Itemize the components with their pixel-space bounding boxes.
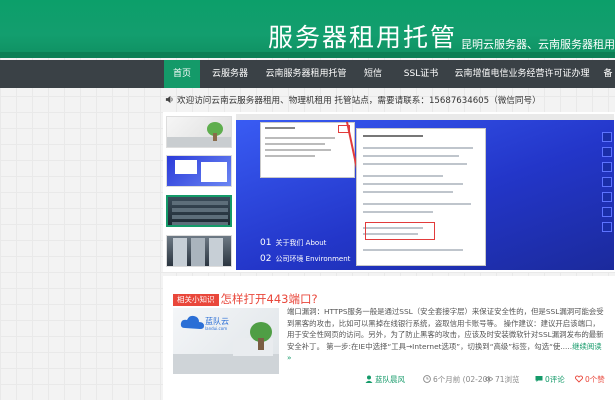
datacenter-icon [173, 238, 223, 266]
site-header: 服务器租用托管 昆明云服务器、云南服务器租用 [0, 0, 615, 58]
highlight-box-2 [365, 222, 435, 240]
article-thumbnail[interactable]: 蓝队云 landui.com [173, 308, 279, 374]
notice-text: 欢迎访问云南云服务器租用、物理机租用 托管站点，需要请联系：1568763460… [177, 96, 541, 106]
screenshot-dialog-2 [356, 128, 486, 266]
article-card: 相关小知识 怎样打开443端口? 蓝队云 landui.com 端口漏洞：HTTP… [163, 276, 615, 400]
gallery-thumb-1[interactable] [166, 116, 232, 148]
nav-item-ssl[interactable]: SSL证书 [396, 60, 446, 88]
article-title[interactable]: 相关小知识 怎样打开443端口? [173, 288, 318, 306]
speaker-icon [165, 95, 173, 104]
nav-item-license[interactable]: 云南增值电信业务经营许可证办理 [450, 60, 594, 88]
category-tag[interactable]: 相关小知识 [173, 294, 219, 306]
notice-bar: 欢迎访问云南云服务器租用、物理机租用 托管站点，需要请联系：1568763460… [165, 94, 615, 110]
office-plant-image-icon [173, 322, 279, 374]
nav-item-beian[interactable]: 备 [598, 60, 615, 88]
nav-item-home[interactable]: 首页 [164, 60, 200, 88]
gallery-thumb-2[interactable] [166, 155, 232, 187]
image-gallery: 01 关于我们 About 02 公司环境 Environment [163, 112, 615, 272]
plant-image-icon [167, 122, 231, 147]
meta-views: 71浏览 [485, 374, 520, 386]
main-nav: 首页 云服务器 云南服务器租用托管 短信 SSL证书 云南增值电信业务经营许可证… [0, 60, 615, 88]
clock-icon [423, 375, 431, 383]
user-icon [365, 375, 373, 383]
meta-comments[interactable]: 0评论 [535, 374, 565, 386]
gallery-label-about: 01 关于我们 About [260, 238, 327, 248]
mini-browser-bar [236, 114, 614, 120]
gallery-label-environment: 02 公司环境 Environment [260, 254, 351, 264]
meta-time: 6个月前 (02-20) [423, 374, 490, 386]
heart-icon [575, 375, 583, 383]
screenshot-dialog-1 [260, 122, 355, 178]
eye-icon [485, 376, 493, 382]
site-title[interactable]: 服务器租用托管 [268, 18, 457, 54]
article-excerpt: 端口漏洞：HTTPS服务一般是通过SSL（安全套接字层）来保证安全性的，但是SS… [287, 307, 604, 362]
screenshot-thumb-icon [175, 160, 227, 182]
comment-icon [535, 376, 543, 382]
gallery-main-image[interactable]: 01 关于我们 About 02 公司环境 Environment [236, 114, 614, 270]
gallery-thumb-4[interactable] [166, 235, 232, 267]
meta-likes[interactable]: 0个赞 [575, 374, 605, 386]
left-gutter [0, 88, 163, 400]
site-subtitle: 昆明云服务器、云南服务器租用 [461, 38, 615, 51]
screenshot-sidebar-icons [602, 132, 612, 262]
article-title-text[interactable]: 怎样打开443端口? [221, 291, 318, 307]
nav-item-sms[interactable]: 短信 [356, 60, 390, 88]
meta-author[interactable]: 蓝队晨风 [365, 374, 405, 386]
nav-item-server-hosting[interactable]: 云南服务器租用托管 [260, 60, 352, 88]
nav-item-cloud-server[interactable]: 云服务器 [204, 60, 256, 88]
server-rack-icon [172, 201, 228, 225]
gallery-thumb-3[interactable] [166, 195, 232, 227]
